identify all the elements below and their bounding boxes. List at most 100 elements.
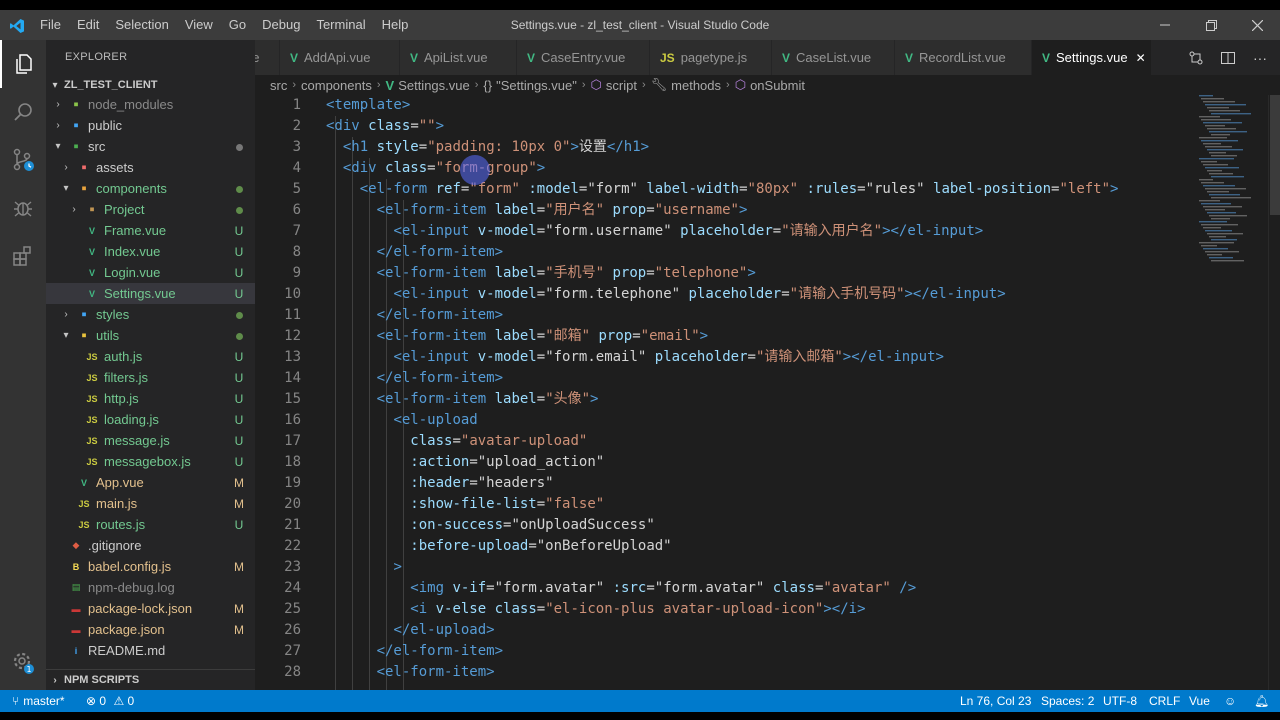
menu-edit[interactable]: Edit: [69, 10, 107, 40]
editor-tab[interactable]: V Settings.vue ✕: [1032, 40, 1152, 75]
tree-item[interactable]: ▬ package-lock.json M: [46, 598, 255, 619]
breadcrumb-methods[interactable]: methods: [671, 78, 721, 93]
breadcrumb-module[interactable]: "Settings.vue": [496, 78, 577, 93]
language-mode[interactable]: Vue: [1189, 690, 1210, 712]
tree-item[interactable]: ◆ .gitignore: [46, 535, 255, 556]
editor-tab[interactable]: JS pagetype.js: [650, 40, 772, 75]
minimize-icon[interactable]: [1142, 10, 1188, 40]
code-token: :on-success: [410, 517, 504, 533]
minimap[interactable]: [1197, 95, 1267, 265]
tree-item[interactable]: JS messagebox.js U: [46, 451, 255, 472]
tree-item[interactable]: › ▪ node_modules: [46, 94, 255, 115]
open-changes-icon[interactable]: [1180, 50, 1212, 66]
chevron-right-icon[interactable]: ›: [52, 120, 64, 131]
tree-item[interactable]: V Index.vue U: [46, 241, 255, 262]
tree-item[interactable]: ▾ ▪ utils: [46, 325, 255, 346]
tree-item[interactable]: V App.vue M: [46, 472, 255, 493]
npm-scripts-section-header[interactable]: › NPM SCRIPTS: [46, 669, 255, 690]
scrollbar-thumb[interactable]: [1270, 95, 1280, 215]
close-window-icon[interactable]: [1234, 10, 1280, 40]
extensions-icon[interactable]: [0, 232, 46, 280]
tree-item[interactable]: JS http.js U: [46, 388, 255, 409]
tree-item[interactable]: ▾ ▪ src: [46, 136, 255, 157]
cursor-position[interactable]: Ln 76, Col 23: [960, 690, 1031, 712]
breadcrumb-file[interactable]: Settings.vue: [398, 78, 470, 93]
tree-item[interactable]: › ▪ Project: [46, 199, 255, 220]
tree-item[interactable]: › ▪ styles: [46, 304, 255, 325]
minimap-line: [1201, 119, 1231, 121]
tree-item[interactable]: V Settings.vue U: [46, 283, 255, 304]
tree-item[interactable]: JS routes.js U: [46, 514, 255, 535]
tree-item[interactable]: JS auth.js U: [46, 346, 255, 367]
chevron-right-icon[interactable]: ›: [68, 204, 80, 215]
git-status-badge: M: [234, 559, 244, 574]
explorer-icon[interactable]: [0, 40, 46, 88]
editor-tab[interactable]: ue: [255, 40, 280, 75]
tree-item[interactable]: ▤ npm-debug.log: [46, 577, 255, 598]
breadcrumb-onsubmit[interactable]: onSubmit: [750, 78, 805, 93]
tree-item[interactable]: JS main.js M: [46, 493, 255, 514]
line-number: 20: [284, 496, 301, 512]
chevron-right-icon[interactable]: ›: [52, 99, 64, 110]
tree-item[interactable]: JS message.js U: [46, 430, 255, 451]
tree-item[interactable]: › ▪ public: [46, 115, 255, 136]
editor-tab[interactable]: V CaseEntry.vue: [517, 40, 650, 75]
editor-tab[interactable]: V CaseList.vue: [772, 40, 895, 75]
chevron-right-icon[interactable]: ›: [60, 162, 72, 173]
more-actions-icon[interactable]: ···: [1244, 50, 1276, 66]
git-branch-icon: ⑂: [12, 694, 20, 708]
feedback-smiley-icon[interactable]: ☺: [1224, 690, 1236, 712]
encoding[interactable]: UTF-8: [1103, 690, 1137, 712]
editor-tab[interactable]: V RecordList.vue: [895, 40, 1032, 75]
code-token: "onUploadSuccess": [511, 517, 655, 533]
tree-item[interactable]: JS filters.js U: [46, 367, 255, 388]
code-token: "telephone": [654, 265, 748, 281]
close-tab-icon[interactable]: ✕: [1136, 51, 1146, 65]
source-control-icon[interactable]: [0, 136, 46, 184]
code-token: "email": [640, 328, 700, 344]
menu-go[interactable]: Go: [221, 10, 254, 40]
project-section-header[interactable]: ▾ ZL_TEST_CLIENT: [46, 74, 255, 96]
code-editor[interactable]: 1 <template> 2 <div class=""> 3 <h1 style="p…: [255, 95, 1280, 690]
tree-item[interactable]: Bbabel.config.js M: [46, 556, 255, 577]
chevron-down-icon[interactable]: ▾: [60, 183, 72, 194]
code-token: :header: [410, 475, 470, 491]
menu-file[interactable]: File: [32, 10, 69, 40]
menu-selection[interactable]: Selection: [107, 10, 176, 40]
breadcrumb-script[interactable]: script: [606, 78, 637, 93]
breadcrumb-components[interactable]: components: [301, 78, 372, 93]
breadcrumb-src[interactable]: src: [270, 78, 287, 93]
tree-item[interactable]: V Login.vue U: [46, 262, 255, 283]
problems-status[interactable]: ⊗ 0 ⚠ 0: [86, 690, 134, 712]
tree-item[interactable]: ▬ package.json M: [46, 619, 255, 640]
settings-gear-icon[interactable]: 1: [0, 638, 46, 686]
menu-help[interactable]: Help: [374, 10, 417, 40]
editor-tab[interactable]: V AddApi.vue: [280, 40, 400, 75]
indentation[interactable]: Spaces: 2: [1041, 690, 1094, 712]
notifications-bell-icon[interactable]: 🔔︎: [1254, 690, 1269, 712]
menu-view[interactable]: View: [177, 10, 221, 40]
editor-scrollbar[interactable]: [1268, 95, 1280, 690]
chevron-down-icon[interactable]: ▾: [60, 330, 72, 341]
debug-icon[interactable]: [0, 184, 46, 232]
editor-tab[interactable]: V ApiList.vue: [400, 40, 517, 75]
tree-item[interactable]: ▾ ▪ components: [46, 178, 255, 199]
menu-debug[interactable]: Debug: [254, 10, 308, 40]
chevron-right-icon[interactable]: ›: [60, 309, 72, 320]
restore-icon[interactable]: [1188, 10, 1234, 40]
tab-label: ApiList.vue: [424, 50, 488, 65]
branch-status[interactable]: ⑂ master*: [12, 690, 65, 712]
tree-item[interactable]: V Frame.vue U: [46, 220, 255, 241]
title-bar: File Edit Selection View Go Debug Terminal Help…: [0, 0, 1280, 40]
chevron-down-icon[interactable]: ▾: [52, 141, 64, 152]
line-number: 3: [292, 139, 301, 155]
split-editor-icon[interactable]: [1212, 50, 1244, 66]
search-icon[interactable]: [0, 88, 46, 136]
tree-item[interactable]: › ▪ assets: [46, 157, 255, 178]
menu-terminal[interactable]: Terminal: [308, 10, 373, 40]
line-ending[interactable]: CRLF: [1149, 690, 1180, 712]
tree-item[interactable]: JS loading.js U: [46, 409, 255, 430]
tree-item[interactable]: i README.md: [46, 640, 255, 661]
minimap-line: [1209, 215, 1247, 217]
